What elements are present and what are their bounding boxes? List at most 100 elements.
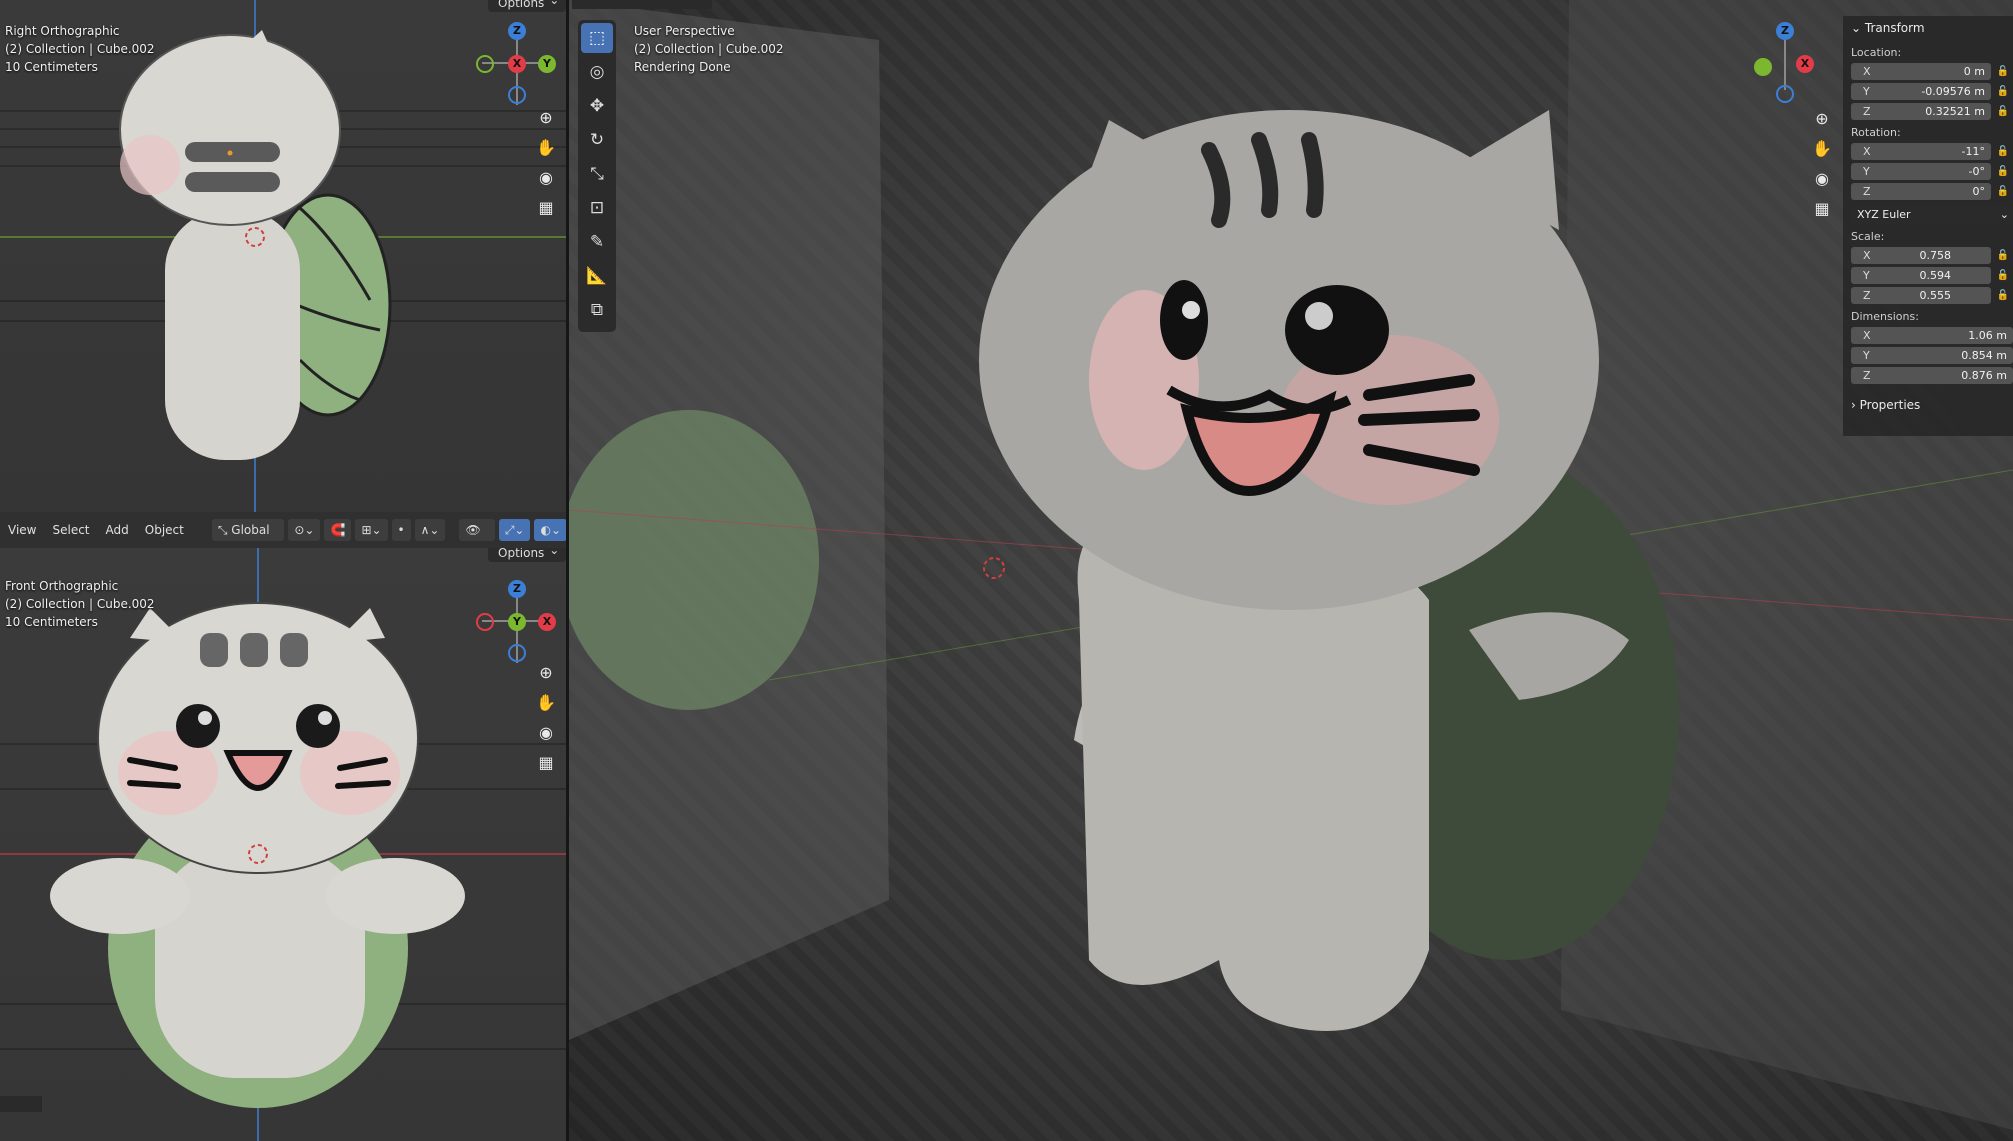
overlay-toggle-icon[interactable]: ◐⌄ xyxy=(534,519,567,541)
axis-label: X xyxy=(1863,145,1871,158)
dimensions-y-field[interactable]: Y 0.854 m xyxy=(1851,347,2013,364)
neg-y-axis-icon[interactable] xyxy=(476,55,494,73)
dimensions-label: Dimensions: xyxy=(1851,310,1919,323)
location-y-field[interactable]: Y -0.09576 m 🔓 xyxy=(1851,83,2009,100)
pan-hand-icon[interactable]: ✋ xyxy=(533,135,559,161)
z-axis-icon[interactable]: Z xyxy=(1776,22,1794,40)
camera-icon[interactable]: ◉ xyxy=(1809,166,1835,192)
camera-icon[interactable]: ◉ xyxy=(533,165,559,191)
transform-panel-header[interactable]: ⌄ Transform xyxy=(1843,16,2013,40)
object-menu[interactable]: Object xyxy=(137,523,192,537)
add-menu[interactable]: Add xyxy=(98,523,137,537)
rotation-z-field[interactable]: Z 0° 🔓 xyxy=(1851,183,2009,200)
falloff-icon[interactable]: ∧⌄ xyxy=(414,519,446,541)
grid-toggle-icon[interactable]: ▦ xyxy=(533,750,559,776)
lock-icon[interactable]: 🔓 xyxy=(1997,247,2009,264)
camera-icon[interactable]: ◉ xyxy=(533,720,559,746)
z-axis-icon[interactable]: Z xyxy=(508,22,526,40)
lock-icon[interactable]: 🔓 xyxy=(1997,163,2009,180)
navigation-controls: ⊕ ✋ ◉ ▦ xyxy=(533,660,559,780)
location-x-field[interactable]: X 0 m 🔓 xyxy=(1851,63,2009,80)
grid-toggle-icon[interactable]: ▦ xyxy=(533,195,559,221)
properties-panel-header[interactable]: › Properties xyxy=(1843,398,2013,412)
lock-icon[interactable]: 🔓 xyxy=(1997,267,2009,284)
pivot-point-icon[interactable]: ⊙⌄ xyxy=(288,519,321,541)
y-axis-icon[interactable] xyxy=(1754,58,1772,76)
scale-y-field[interactable]: Y 0.594 🔓 xyxy=(1851,267,2009,284)
neg-x-axis-icon[interactable] xyxy=(476,613,494,631)
properties-title: Properties xyxy=(1859,398,1921,412)
select-mode-strip[interactable] xyxy=(572,0,712,9)
annotate-tool-icon[interactable]: ✎ xyxy=(581,227,613,257)
move-tool-icon[interactable]: ✥ xyxy=(581,91,613,121)
gizmo-toggle-icon[interactable]: ⤢⌄ xyxy=(498,519,531,541)
location-z-field[interactable]: Z 0.32521 m 🔓 xyxy=(1851,103,2009,120)
lock-icon[interactable]: 🔓 xyxy=(1997,183,2009,200)
field-value: 1.06 m xyxy=(1968,329,2007,342)
scale-label: Scale: xyxy=(1851,230,1885,243)
rotation-mode-value: XYZ Euler xyxy=(1857,208,1911,221)
front-orthographic-viewport[interactable]: Front Orthographic (2) Collection | Cube… xyxy=(0,548,567,1141)
rotation-y-field[interactable]: Y -0° 🔓 xyxy=(1851,163,2009,180)
pan-hand-icon[interactable]: ✋ xyxy=(533,690,559,716)
y-axis-icon[interactable]: Y xyxy=(538,55,556,73)
zoom-icon[interactable]: ⊕ xyxy=(533,105,559,131)
axis-label: Y xyxy=(1863,165,1870,178)
cat-body xyxy=(165,210,300,460)
user-perspective-viewport[interactable]: User Perspective (2) Collection | Cube.0… xyxy=(569,0,2013,1141)
perspective-toggle-icon[interactable]: ▦ xyxy=(1809,196,1835,222)
lock-icon[interactable]: 🔓 xyxy=(1997,83,2009,100)
chevron-right-icon: › xyxy=(1851,398,1856,412)
lock-icon[interactable]: 🔓 xyxy=(1997,63,2009,80)
axis-label: Y xyxy=(1863,349,1870,362)
neg-z-axis-icon[interactable] xyxy=(1776,85,1794,103)
zoom-icon[interactable]: ⊕ xyxy=(1809,106,1835,132)
select-menu[interactable]: Select xyxy=(44,523,97,537)
scale-x-field[interactable]: X 0.758 🔓 xyxy=(1851,247,2009,264)
neg-z-axis-icon[interactable] xyxy=(508,86,526,104)
transform-orientation-dropdown[interactable]: ⤡ Global ⌄ xyxy=(211,519,285,559)
proportional-edit-icon[interactable]: • xyxy=(391,519,411,541)
pan-hand-icon[interactable]: ✋ xyxy=(1809,136,1835,162)
scale-tool-icon[interactable]: ⤡ xyxy=(581,159,613,189)
x-axis-icon[interactable]: X xyxy=(538,613,556,631)
field-value: -11° xyxy=(1961,145,1985,158)
y-axis-icon[interactable]: Y xyxy=(508,613,526,631)
z-axis-icon[interactable]: Z xyxy=(508,580,526,598)
visibility-icon[interactable]: 👁⌄ xyxy=(459,519,495,559)
measure-tool-icon[interactable]: 📐 xyxy=(581,261,613,291)
select-box-tool-icon[interactable]: ⬚ xyxy=(581,23,613,53)
snap-target-icon[interactable]: ⊞⌄ xyxy=(355,519,388,541)
axis-label: Z xyxy=(1863,105,1871,118)
viewport-info: User Perspective (2) Collection | Cube.0… xyxy=(634,22,784,76)
axis-label: Z xyxy=(1863,369,1871,382)
rotation-mode-dropdown[interactable]: XYZ Euler ⌄ xyxy=(1851,206,2013,224)
collection-label: (2) Collection | Cube.002 xyxy=(5,597,155,611)
zoom-icon[interactable]: ⊕ xyxy=(533,660,559,686)
navigation-gizmo[interactable]: Z X Y xyxy=(472,20,562,110)
scale-z-field[interactable]: Z 0.555 🔓 xyxy=(1851,287,2009,304)
axis-label: X xyxy=(1863,249,1871,262)
lock-icon[interactable]: 🔓 xyxy=(1997,287,2009,304)
cursor-tool-icon[interactable]: ◎ xyxy=(581,57,613,87)
x-axis-icon[interactable]: X xyxy=(508,55,526,73)
view-menu[interactable]: View xyxy=(0,523,44,537)
options-dropdown[interactable]: Options xyxy=(488,548,567,562)
right-orthographic-viewport[interactable]: Right Orthographic (2) Collection | Cube… xyxy=(0,0,567,512)
dimensions-z-field[interactable]: Z 0.876 m xyxy=(1851,367,2013,384)
lock-icon[interactable]: 🔓 xyxy=(1997,143,2009,160)
navigation-gizmo[interactable]: Z X xyxy=(1752,20,1842,110)
x-axis-icon[interactable]: X xyxy=(1796,55,1814,73)
select-mode-strip[interactable] xyxy=(0,1096,42,1112)
add-cube-tool-icon[interactable]: ⧉ xyxy=(581,295,613,325)
snap-icon[interactable]: 🧲 xyxy=(324,519,352,541)
transform-section-title: Transform xyxy=(1864,21,1925,35)
rotate-tool-icon[interactable]: ↻ xyxy=(581,125,613,155)
rotation-x-field[interactable]: X -11° 🔓 xyxy=(1851,143,2009,160)
lock-icon[interactable]: 🔓 xyxy=(1997,103,2009,120)
neg-z-axis-icon[interactable] xyxy=(508,644,526,662)
navigation-gizmo[interactable]: Z Y X xyxy=(472,578,562,668)
options-dropdown[interactable]: Options xyxy=(488,0,567,12)
transform-tool-icon[interactable]: ⊡ xyxy=(581,193,613,223)
dimensions-x-field[interactable]: X 1.06 m xyxy=(1851,327,2013,344)
